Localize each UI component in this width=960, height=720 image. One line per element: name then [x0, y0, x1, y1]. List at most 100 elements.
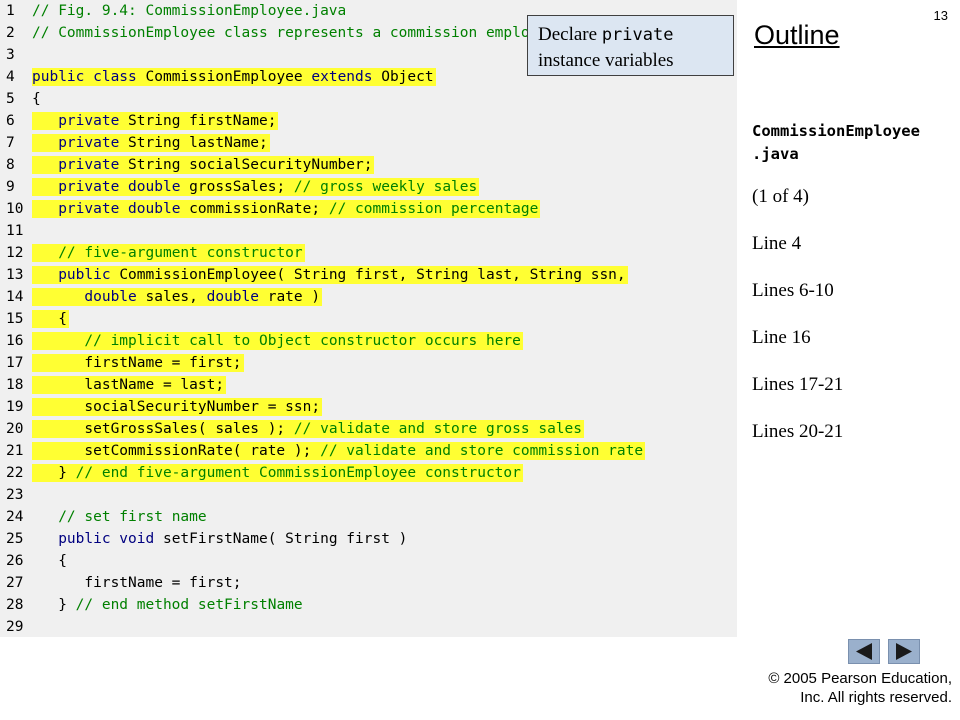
code-line: 26 { [0, 550, 737, 572]
code-comment: // implicit call to Object constructor o… [84, 333, 521, 349]
code-token: setFirstName( String first ) [162, 531, 408, 547]
code-line: 22 } // end five-argument CommissionEmpl… [0, 462, 737, 484]
copyright-line-2: Inc. All rights reserved. [800, 689, 952, 706]
code-text: public class CommissionEmployee extends … [32, 68, 436, 86]
code-text: private String socialSecurityNumber; [32, 156, 375, 174]
code-keyword: extends [311, 69, 382, 85]
line-number: 7 [6, 135, 15, 151]
code-text: firstName = first; [32, 354, 244, 372]
code-line: 14 double sales, double rate ) [0, 286, 737, 308]
code-keyword: public [58, 267, 120, 283]
code-line: 28 } // end method setFirstName [0, 594, 737, 616]
note-lines-6-10: Lines 6-10 [752, 280, 834, 301]
code-text: setCommissionRate( rate ); // validate a… [32, 442, 646, 460]
code-keyword: private double [58, 179, 190, 195]
code-text: private double commissionRate; // commis… [32, 200, 541, 218]
code-text: socialSecurityNumber = ssn; [32, 398, 323, 416]
outline-title[interactable]: Outline [754, 20, 840, 51]
code-keyword: private [58, 135, 129, 151]
code-keyword: double [84, 289, 146, 305]
code-line: 8 private String socialSecurityNumber; [0, 154, 737, 176]
line-number: 4 [6, 69, 15, 85]
note-line-4: Line 4 [752, 233, 802, 254]
code-line: 18 lastName = last; [0, 374, 737, 396]
code-text: { [32, 90, 43, 108]
code-comment: // gross weekly sales [293, 179, 478, 195]
code-token: String lastName; [128, 135, 268, 151]
code-text: // five-argument constructor [32, 244, 305, 262]
line-number: 13 [6, 267, 24, 283]
code-comment: // end method setFirstName [75, 597, 303, 613]
line-number: 26 [6, 553, 24, 569]
line-number: 20 [6, 421, 24, 437]
code-text: // CommissionEmployee class represents a… [32, 24, 567, 42]
code-token: grossSales; [189, 179, 294, 195]
code-line: 29 [0, 616, 737, 637]
line-number: 15 [6, 311, 24, 327]
line-number: 5 [6, 91, 15, 107]
line-number: 11 [6, 223, 24, 239]
code-token: setCommissionRate( rate ); [32, 443, 321, 459]
callout-keyword: private [601, 25, 674, 45]
code-text: // set first name [32, 508, 209, 526]
previous-slide-button[interactable] [848, 639, 880, 664]
line-number: 25 [6, 531, 24, 547]
code-token: rate ) [267, 289, 321, 305]
code-line: 13 public CommissionEmployee( String fir… [0, 264, 737, 286]
note-lines-17-21: Lines 17-21 [752, 374, 844, 395]
copyright-line-1: © 2005 Pearson Education, [768, 670, 952, 687]
code-line: 10 private double commissionRate; // com… [0, 198, 737, 220]
code-line: 15 { [0, 308, 737, 330]
code-line: 20 setGrossSales( sales ); // validate a… [0, 418, 737, 440]
line-number: 17 [6, 355, 24, 371]
line-number: 16 [6, 333, 24, 349]
code-token: Object [381, 69, 434, 85]
code-line: 6 private String firstName; [0, 110, 737, 132]
line-number: 22 [6, 465, 24, 481]
code-token: CommissionEmployee [145, 69, 312, 85]
code-comment: // Fig. 9.4: CommissionEmployee.java [32, 3, 347, 19]
code-token: CommissionEmployee( String first, String… [119, 267, 626, 283]
line-number: 14 [6, 289, 24, 305]
code-text: private double grossSales; // gross week… [32, 178, 480, 196]
code-token: socialSecurityNumber = ssn; [32, 399, 321, 415]
code-text: // implicit call to Object constructor o… [32, 332, 523, 350]
file-name: CommissionEmployee .java [752, 122, 920, 163]
callout-box: Declare private instance variables [527, 15, 734, 76]
code-token: setGrossSales( sales ); [32, 421, 294, 437]
line-number: 2 [6, 25, 15, 41]
callout-suffix: instance variables [538, 50, 674, 71]
line-number: 6 [6, 113, 15, 129]
line-number: 18 [6, 377, 24, 393]
line-number: 10 [6, 201, 24, 217]
callout-prefix: Declare [538, 24, 602, 45]
code-text: private String lastName; [32, 134, 270, 152]
code-text: // Fig. 9.4: CommissionEmployee.java [32, 2, 348, 20]
code-text: { [32, 310, 69, 328]
next-slide-button[interactable] [888, 639, 920, 664]
code-token: sales, [145, 289, 207, 305]
code-token: { [32, 91, 41, 107]
code-keyword: private double [58, 201, 190, 217]
code-text: setGrossSales( sales ); // validate and … [32, 420, 584, 438]
code-text: firstName = first; [32, 574, 244, 592]
code-comment: // CommissionEmployee class represents a… [32, 25, 565, 41]
code-keyword: private [58, 113, 129, 129]
line-number: 29 [6, 619, 24, 635]
code-comment: // set first name [58, 509, 207, 525]
code-text: { [32, 552, 69, 570]
triangle-left-icon [856, 643, 872, 660]
note-part: (1 of 4) [752, 186, 809, 207]
code-token: commissionRate; [189, 201, 329, 217]
line-number: 1 [6, 3, 15, 19]
code-text: double sales, double rate ) [32, 288, 323, 306]
